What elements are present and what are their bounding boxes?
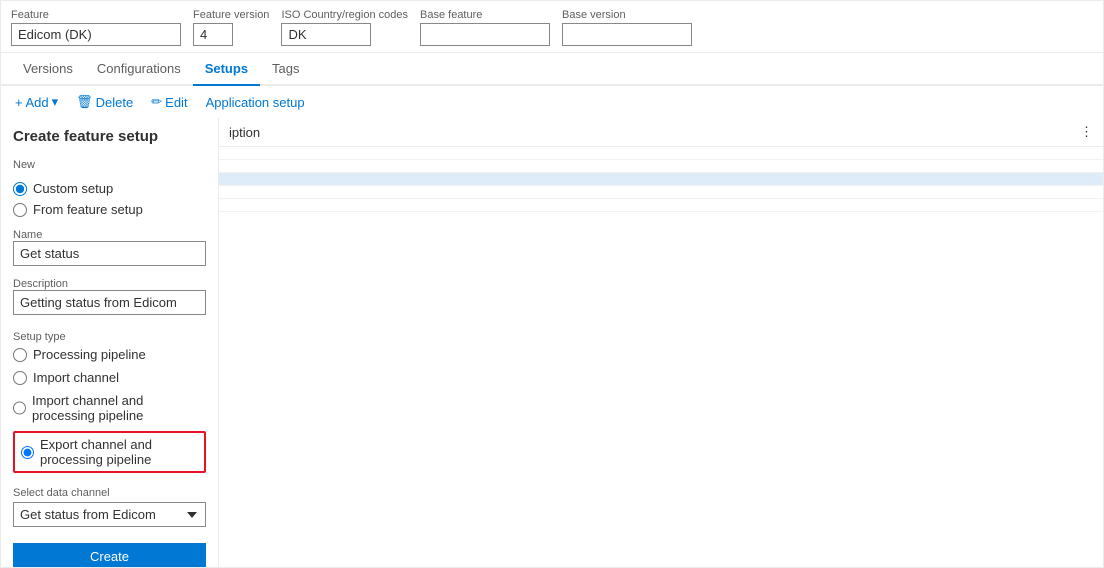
select-channel-label: Select data channel bbox=[13, 487, 206, 499]
feature-input[interactable] bbox=[11, 23, 181, 46]
table-row[interactable] bbox=[219, 147, 1103, 160]
custom-setup-radio[interactable] bbox=[13, 182, 27, 196]
new-label: New bbox=[13, 159, 206, 171]
delete-icon: 🗑 bbox=[76, 94, 93, 110]
create-button[interactable]: Create bbox=[13, 543, 206, 567]
tab-setups[interactable]: Setups bbox=[193, 53, 260, 86]
setup-type-section: Setup type Processing pipeline Import ch… bbox=[13, 327, 206, 473]
export-channel-processing-radio[interactable] bbox=[21, 446, 34, 459]
iso-label: ISO Country/region codes bbox=[281, 9, 408, 21]
delete-label: Delete bbox=[96, 95, 134, 110]
import-channel-processing-label: Import channel and processing pipeline bbox=[32, 393, 206, 423]
name-field-group: Name bbox=[13, 225, 206, 266]
delete-button[interactable]: 🗑 Delete bbox=[72, 92, 137, 112]
description-field-group: Description bbox=[13, 274, 206, 315]
page-container: Feature Feature version ISO Country/regi… bbox=[0, 0, 1104, 568]
base-feature-input[interactable] bbox=[420, 23, 550, 46]
select-channel-group: Select data channel Get status from Edic… bbox=[13, 487, 206, 527]
table-header-row: iption ⋮ bbox=[219, 118, 1103, 147]
row-description bbox=[219, 160, 1070, 173]
description-label: Description bbox=[13, 278, 206, 290]
base-version-label: Base version bbox=[562, 9, 692, 21]
base-feature-field-group: Base feature bbox=[420, 9, 550, 46]
table-body bbox=[219, 147, 1103, 212]
form-title: Create feature setup bbox=[13, 128, 206, 145]
edit-icon: ✏ bbox=[151, 94, 162, 110]
name-input[interactable] bbox=[13, 241, 206, 266]
import-channel-label: Import channel bbox=[33, 370, 119, 385]
table-row[interactable] bbox=[219, 199, 1103, 212]
edit-label: Edit bbox=[165, 95, 187, 110]
custom-setup-option[interactable]: Custom setup bbox=[13, 181, 206, 196]
feature-field-group: Feature bbox=[11, 9, 181, 46]
processing-pipeline-radio[interactable] bbox=[13, 348, 27, 362]
custom-setup-label: Custom setup bbox=[33, 181, 113, 196]
from-feature-option[interactable]: From feature setup bbox=[13, 202, 206, 217]
table-row[interactable] bbox=[219, 173, 1103, 186]
import-channel-processing-option[interactable]: Import channel and processing pipeline bbox=[13, 393, 206, 423]
iso-input[interactable] bbox=[281, 23, 371, 46]
description-input[interactable] bbox=[13, 290, 206, 315]
add-chevron-icon: ▾ bbox=[52, 94, 59, 110]
setup-type-radios: Processing pipeline Import channel Impor… bbox=[13, 347, 206, 473]
processing-pipeline-label: Processing pipeline bbox=[33, 347, 146, 362]
row-description bbox=[219, 173, 1070, 186]
data-table: iption ⋮ bbox=[219, 118, 1103, 212]
import-channel-option[interactable]: Import channel bbox=[13, 370, 206, 385]
top-fields: Feature Feature version ISO Country/regi… bbox=[1, 1, 1103, 53]
add-label: + Add bbox=[15, 95, 49, 110]
nav-tabs: Versions Configurations Setups Tags bbox=[1, 53, 1103, 86]
col-description: iption bbox=[219, 118, 1070, 147]
table-row[interactable] bbox=[219, 186, 1103, 199]
row-menu[interactable] bbox=[1070, 173, 1103, 186]
row-menu[interactable] bbox=[1070, 186, 1103, 199]
row-description bbox=[219, 147, 1070, 160]
from-feature-radio[interactable] bbox=[13, 203, 27, 217]
tab-tags[interactable]: Tags bbox=[260, 53, 311, 86]
tab-configurations[interactable]: Configurations bbox=[85, 53, 193, 86]
table-row[interactable] bbox=[219, 160, 1103, 173]
version-input[interactable] bbox=[193, 23, 233, 46]
row-description bbox=[219, 186, 1070, 199]
base-version-field-group: Base version bbox=[562, 9, 692, 46]
export-channel-processing-highlighted: Export channel and processing pipeline bbox=[13, 431, 206, 473]
edit-button[interactable]: ✏ Edit bbox=[147, 92, 191, 112]
from-feature-label: From feature setup bbox=[33, 202, 143, 217]
row-description bbox=[219, 199, 1070, 212]
right-panel: iption ⋮ bbox=[219, 118, 1103, 567]
version-label: Feature version bbox=[193, 9, 269, 21]
col-menu[interactable]: ⋮ bbox=[1070, 118, 1103, 147]
import-channel-radio[interactable] bbox=[13, 371, 27, 385]
toolbar: + Add ▾ 🗑 Delete ✏ Edit Application setu… bbox=[1, 86, 1103, 118]
base-version-input[interactable] bbox=[562, 23, 692, 46]
channel-select[interactable]: Get status from Edicom bbox=[13, 502, 206, 527]
processing-pipeline-option[interactable]: Processing pipeline bbox=[13, 347, 206, 362]
left-panel: Create feature setup New Custom setup Fr… bbox=[1, 118, 219, 567]
name-label: Name bbox=[13, 229, 206, 241]
import-channel-processing-radio[interactable] bbox=[13, 401, 26, 415]
base-feature-label: Base feature bbox=[420, 9, 550, 21]
table-header: iption ⋮ bbox=[219, 118, 1103, 147]
feature-label: Feature bbox=[11, 9, 181, 21]
version-field-group: Feature version bbox=[193, 9, 269, 46]
new-radio-group: Custom setup From feature setup bbox=[13, 181, 206, 217]
menu-icon: ⋮ bbox=[1080, 124, 1093, 139]
row-menu[interactable] bbox=[1070, 160, 1103, 173]
add-button[interactable]: + Add ▾ bbox=[11, 92, 62, 112]
main-content: Create feature setup New Custom setup Fr… bbox=[1, 118, 1103, 567]
row-menu[interactable] bbox=[1070, 199, 1103, 212]
export-channel-processing-label: Export channel and processing pipeline bbox=[40, 437, 198, 467]
tab-versions[interactable]: Versions bbox=[11, 53, 85, 86]
row-menu[interactable] bbox=[1070, 147, 1103, 160]
app-setup-button[interactable]: Application setup bbox=[202, 93, 309, 112]
iso-field-group: ISO Country/region codes bbox=[281, 9, 408, 46]
setup-type-label: Setup type bbox=[13, 331, 206, 343]
app-setup-label: Application setup bbox=[206, 95, 305, 110]
